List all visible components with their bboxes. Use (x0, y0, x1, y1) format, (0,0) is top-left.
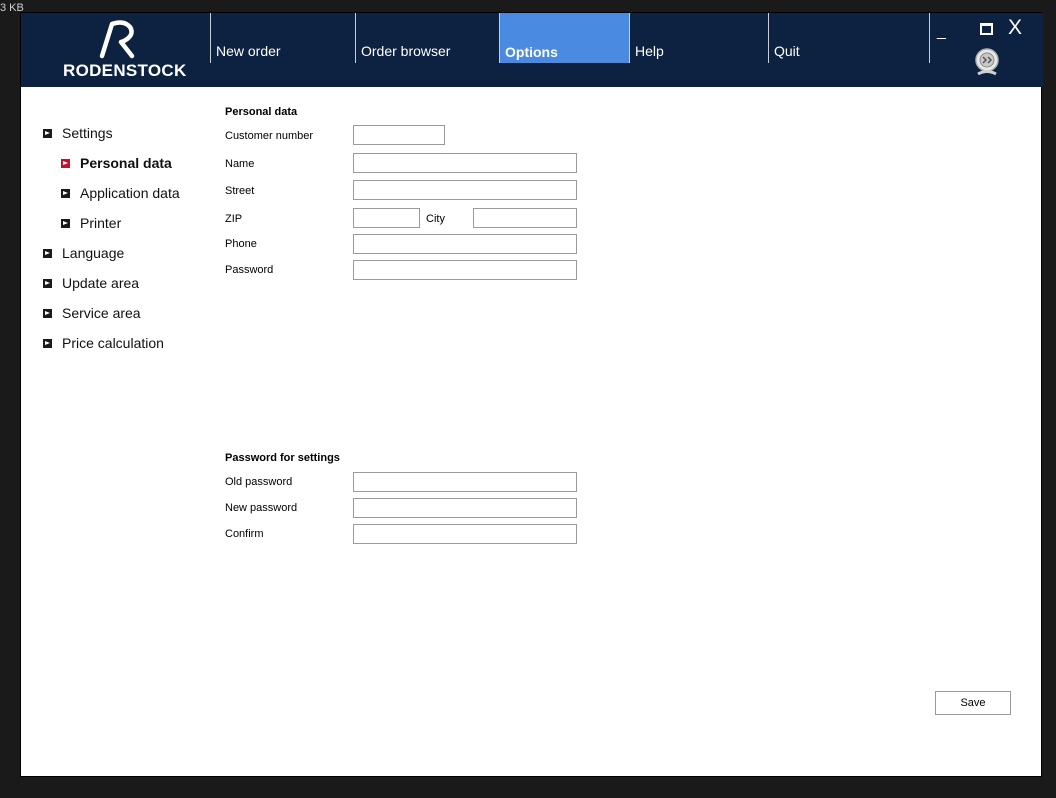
sidebar-item-printer[interactable]: Printer (61, 215, 121, 231)
close-button[interactable]: X (1008, 16, 1022, 40)
sidebar-item-application-data[interactable]: Application data (61, 185, 180, 201)
password-label: Password (225, 264, 274, 276)
nav-options-label: Options (505, 44, 558, 60)
brand-wordmark: RODENSTOCK (63, 61, 187, 80)
arrow-bullet-icon (43, 308, 52, 318)
arrow-bullet-icon (43, 128, 52, 138)
maximize-button[interactable] (980, 23, 993, 35)
confirm-label: Confirm (225, 528, 264, 540)
nav-new-order-label: New order (216, 43, 281, 59)
arrow-bullet-icon (61, 188, 70, 198)
arrow-bullet-icon (61, 218, 70, 228)
nav-help[interactable]: Help (629, 13, 768, 63)
sidebar-item-label: Language (62, 245, 125, 261)
nav-order-browser-label: Order browser (361, 43, 451, 59)
nav-quit-label: Quit (774, 43, 800, 59)
nav-new-order[interactable]: New order (210, 13, 355, 63)
new-password-input[interactable] (353, 498, 577, 518)
sidebar-item-label: Settings (62, 125, 113, 141)
street-input[interactable] (353, 180, 577, 200)
remote-support-icon[interactable] (972, 47, 1002, 77)
sidebar-item-label: Update area (62, 275, 140, 291)
customer-number-input[interactable] (353, 125, 445, 145)
old-password-input[interactable] (353, 472, 577, 492)
sidebar-item-personal-data[interactable]: Personal data (61, 155, 172, 171)
zip-input[interactable] (353, 208, 420, 228)
nav-help-label: Help (635, 43, 664, 59)
sidebar-item-language[interactable]: Language (43, 245, 124, 261)
window-controls-divider (929, 13, 930, 63)
save-button[interactable]: Save (935, 691, 1011, 715)
name-label: Name (225, 158, 255, 170)
rodenstock-logo: RODENSTOCK (63, 19, 187, 81)
sidebar-item-settings[interactable]: Settings (43, 125, 113, 141)
password-settings-heading: Password for settings (225, 452, 340, 464)
sidebar-item-label: Printer (80, 215, 122, 231)
sidebar-item-update-area[interactable]: Update area (43, 275, 139, 291)
phone-label: Phone (225, 238, 257, 250)
sidebar-item-service-area[interactable]: Service area (43, 305, 141, 321)
minimize-button[interactable]: _ (937, 23, 946, 41)
arrow-bullet-icon (43, 248, 52, 258)
nav-quit[interactable]: Quit (768, 13, 929, 63)
new-password-label: New password (225, 502, 298, 514)
phone-input[interactable] (353, 234, 577, 254)
sidebar-item-price-calculation[interactable]: Price calculation (43, 335, 164, 351)
city-input[interactable] (473, 208, 577, 228)
rodenstock-r-icon (99, 20, 135, 59)
nav-options[interactable]: Options (499, 13, 629, 63)
sidebar-item-label: Application data (80, 185, 180, 201)
customer-number-label: Customer number (225, 130, 314, 142)
top-navigation-bar: RODENSTOCK New order Order browser Optio… (21, 13, 1043, 87)
street-label: Street (225, 185, 255, 197)
confirm-password-input[interactable] (353, 524, 577, 544)
personal-data-heading: Personal data (225, 106, 298, 118)
arrow-bullet-icon (43, 278, 52, 288)
arrow-bullet-icon (43, 338, 52, 348)
sidebar-item-label: Personal data (80, 155, 172, 171)
nav-order-browser[interactable]: Order browser (355, 13, 499, 63)
sidebar-item-label: Service area (62, 305, 141, 321)
city-label: City (426, 213, 445, 225)
arrow-bullet-icon (61, 158, 70, 168)
zip-label: ZIP (225, 213, 243, 225)
app-window: RODENSTOCK New order Order browser Optio… (20, 12, 1043, 777)
old-password-label: Old password (225, 476, 293, 488)
sidebar-item-label: Price calculation (62, 335, 164, 351)
password-input[interactable] (353, 260, 577, 280)
name-input[interactable] (353, 153, 577, 173)
